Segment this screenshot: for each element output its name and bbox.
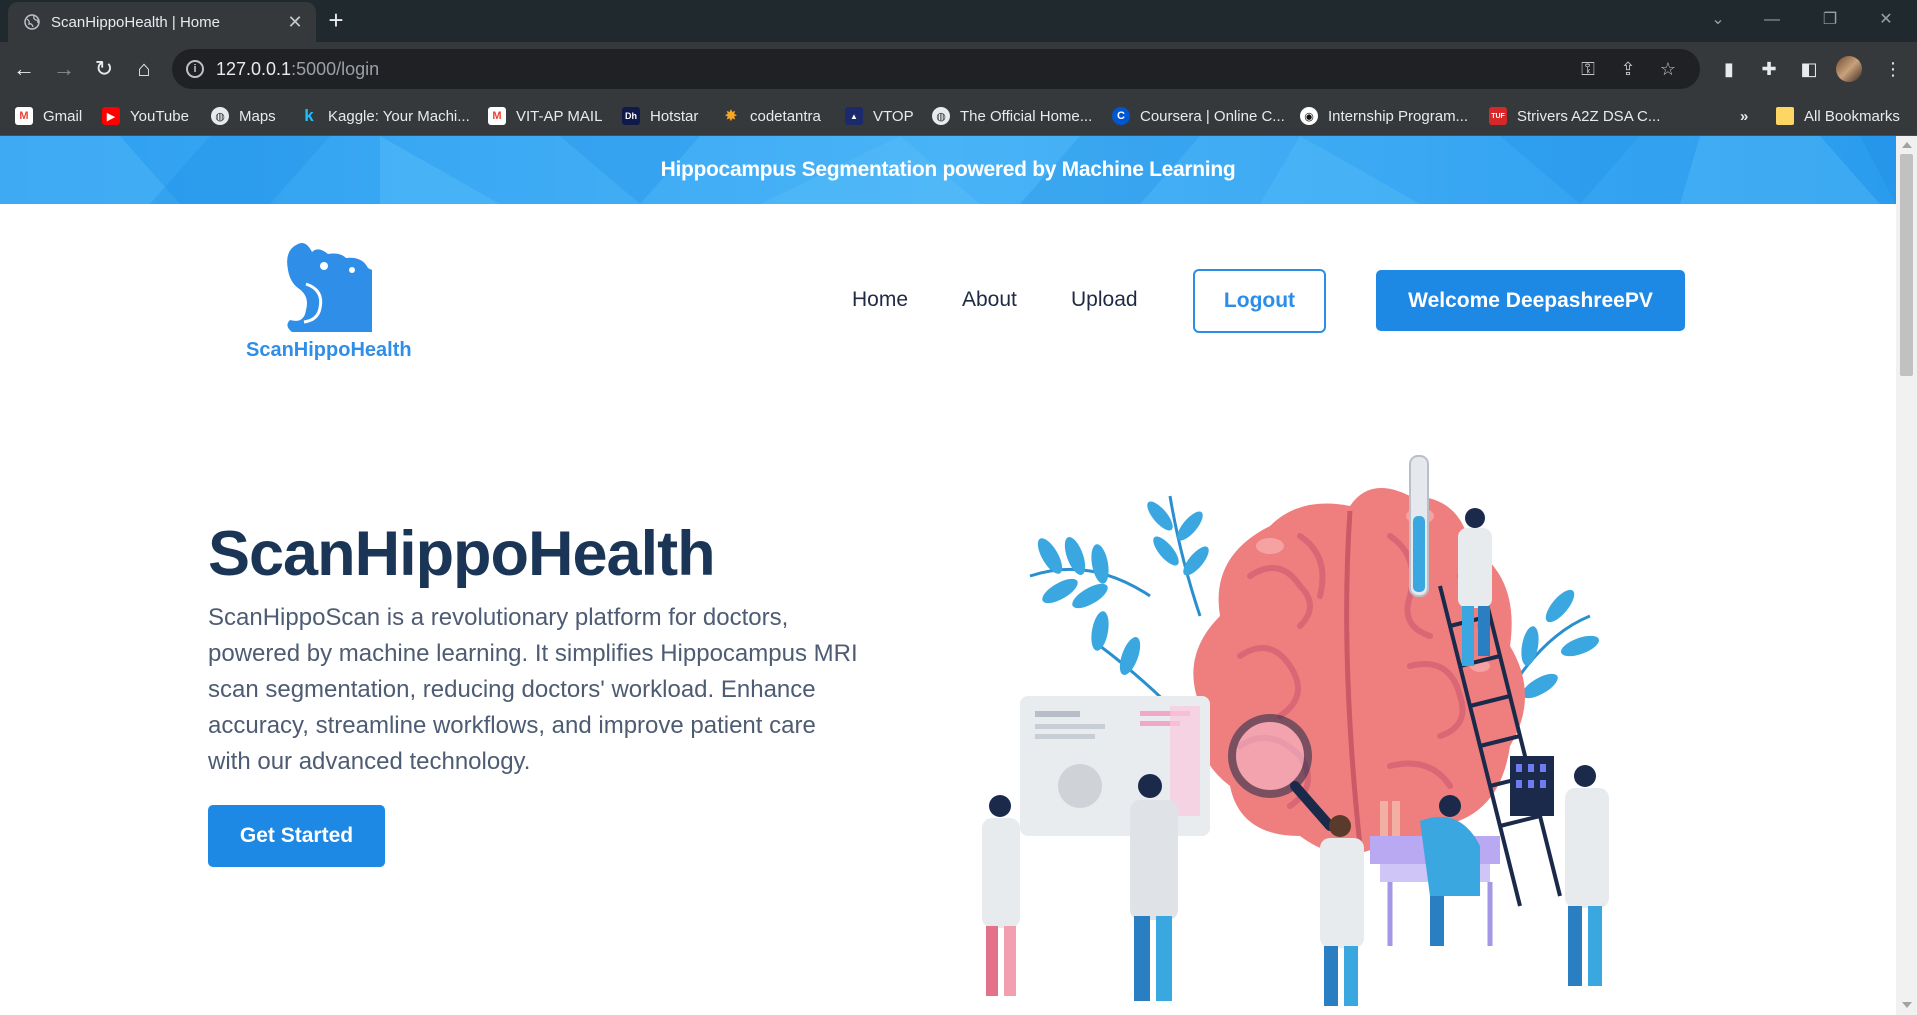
bookmarks-bar: M Gmail ▶ YouTube ◍ Maps k Kaggle: Your … (0, 96, 1917, 136)
top-banner: Hippocampus Segmentation powered by Mach… (0, 136, 1896, 204)
scroll-up-icon[interactable] (1902, 142, 1912, 148)
bookmark-label: VTOP (873, 107, 914, 125)
close-window-button[interactable]: ✕ (1866, 4, 1906, 36)
url-host: 127.0.0.1 (216, 59, 292, 79)
page-viewport: Hippocampus Segmentation powered by Mach… (0, 136, 1896, 1015)
bookmarks-overflow-button[interactable]: » (1740, 104, 1748, 128)
bookmark-label: VIT-AP MAIL (516, 107, 603, 125)
avatar[interactable] (1836, 56, 1862, 82)
browser-tab-bar: ScanHippoHealth | Home ✕ + ⌄ — ❐ ✕ (0, 0, 1917, 42)
bookmark-star-icon[interactable]: ☆ (1656, 58, 1680, 80)
new-tab-button[interactable]: + (322, 7, 350, 35)
back-icon[interactable]: ← (7, 52, 41, 86)
bookmark-vit-ap-mail[interactable]: M VIT-AP MAIL (488, 104, 602, 128)
gmail-icon: M (15, 107, 33, 125)
reload-icon[interactable]: ↻ (87, 52, 121, 86)
bookmark-label: Kaggle: Your Machi... (328, 107, 470, 125)
bookmark-vtop[interactable]: ▲ VTOP (845, 104, 914, 128)
url-path: :5000/login (291, 59, 380, 79)
overflow-label: » (1740, 107, 1749, 125)
extension-icon[interactable]: ▮ (1714, 54, 1744, 84)
bookmark-codetantra[interactable]: ✸ codetantra (722, 104, 821, 128)
youtube-icon: ▶ (102, 107, 120, 125)
hotstar-icon: Dh (622, 107, 640, 125)
vtop-icon: ▲ (845, 107, 863, 125)
bookmark-label: Internship Program... (1328, 107, 1469, 125)
side-panel-icon[interactable]: ◧ (1794, 54, 1824, 84)
share-icon[interactable]: ⇪ (1616, 58, 1640, 80)
banner-text: Hippocampus Segmentation powered by Mach… (660, 158, 1236, 181)
nav-about[interactable]: About (962, 288, 1017, 312)
bookmark-label: Coursera | Online C... (1140, 107, 1285, 125)
globe-icon: ◍ (211, 107, 229, 125)
folder-icon (1776, 107, 1794, 125)
site-info-icon[interactable]: i (186, 60, 204, 78)
bookmark-label: YouTube (130, 107, 189, 125)
bookmark-kaggle[interactable]: k Kaggle: Your Machi... (300, 104, 470, 128)
coursera-icon: C (1112, 107, 1130, 125)
brain-illustration (982, 455, 1609, 1006)
bookmark-label: Gmail (43, 107, 83, 125)
forward-icon[interactable]: → (47, 52, 81, 86)
bookmark-label: The Official Home... (960, 107, 1093, 125)
bookmark-official-home[interactable]: ◍ The Official Home... (932, 104, 1092, 128)
chart-board-icon (1510, 756, 1554, 816)
bookmark-internship[interactable]: ◉ Internship Program... (1300, 104, 1468, 128)
globe-icon: ◍ (932, 107, 950, 125)
key-icon[interactable]: ⚿ (1576, 58, 1600, 80)
scan-panel-icon (1020, 696, 1210, 836)
nav-upload[interactable]: Upload (1071, 288, 1138, 312)
globe-icon (24, 14, 40, 30)
bookmark-gmail[interactable]: M Gmail (15, 104, 82, 128)
all-bookmarks-label: All Bookmarks (1804, 107, 1900, 125)
hero-title: ScanHippoHealth (208, 519, 716, 589)
tab-search-icon[interactable]: ⌄ (1698, 4, 1738, 36)
bookmark-maps[interactable]: ◍ Maps (211, 104, 276, 128)
gmail-icon: M (488, 107, 506, 125)
target-icon: ◉ (1300, 107, 1318, 125)
welcome-user-button[interactable]: Welcome DeepashreePV (1376, 270, 1685, 331)
tuf-icon: TUF (1489, 107, 1507, 125)
sun-icon: ✸ (724, 108, 738, 125)
puzzle-icon[interactable]: ✚ (1754, 54, 1784, 84)
bookmark-label: Hotstar (650, 107, 699, 125)
bookmark-label: Strivers A2Z DSA C... (1517, 107, 1661, 125)
bookmark-label: Maps (239, 107, 276, 125)
tab-title: ScanHippoHealth | Home (51, 13, 220, 31)
browser-toolbar: ← → ↻ ⌂ i 127.0.0.1:5000/login ⚿ ⇪ ☆ ▮ ✚… (0, 42, 1917, 96)
all-bookmarks-button[interactable]: All Bookmarks (1776, 104, 1900, 128)
address-bar[interactable]: i 127.0.0.1:5000/login ⚿ ⇪ ☆ (172, 49, 1700, 89)
bookmark-label: codetantra (750, 107, 821, 125)
bookmark-youtube[interactable]: ▶ YouTube (102, 104, 189, 128)
get-started-button[interactable]: Get Started (208, 805, 385, 867)
browser-tab-active[interactable]: ScanHippoHealth | Home ✕ (8, 2, 316, 42)
test-tube-icon (1409, 455, 1429, 597)
kaggle-icon: k (304, 106, 314, 125)
url-text[interactable]: 127.0.0.1:5000/login (216, 59, 379, 80)
nav-home[interactable]: Home (852, 288, 908, 312)
logo-text[interactable]: ScanHippoHealth (246, 339, 412, 362)
menu-icon[interactable]: ⋮ (1878, 54, 1908, 84)
restore-button[interactable]: ❐ (1810, 4, 1850, 36)
close-tab-icon[interactable]: ✕ (280, 12, 310, 33)
scroll-down-icon[interactable] (1902, 1002, 1912, 1008)
bookmark-strivers[interactable]: TUF Strivers A2Z DSA C... (1489, 104, 1660, 128)
bookmark-hotstar[interactable]: Dh Hotstar (622, 104, 698, 128)
page-scrollbar[interactable] (1896, 136, 1917, 1015)
leaves-left-icon (1029, 495, 1209, 718)
bookmark-coursera[interactable]: C Coursera | Online C... (1112, 104, 1285, 128)
home-icon[interactable]: ⌂ (127, 52, 161, 86)
minimize-button[interactable]: — (1752, 4, 1792, 36)
hero-description: ScanHippoScan is a revolutionary platfor… (208, 604, 858, 775)
scrollbar-thumb[interactable] (1900, 154, 1913, 376)
logout-button[interactable]: Logout (1193, 269, 1326, 333)
